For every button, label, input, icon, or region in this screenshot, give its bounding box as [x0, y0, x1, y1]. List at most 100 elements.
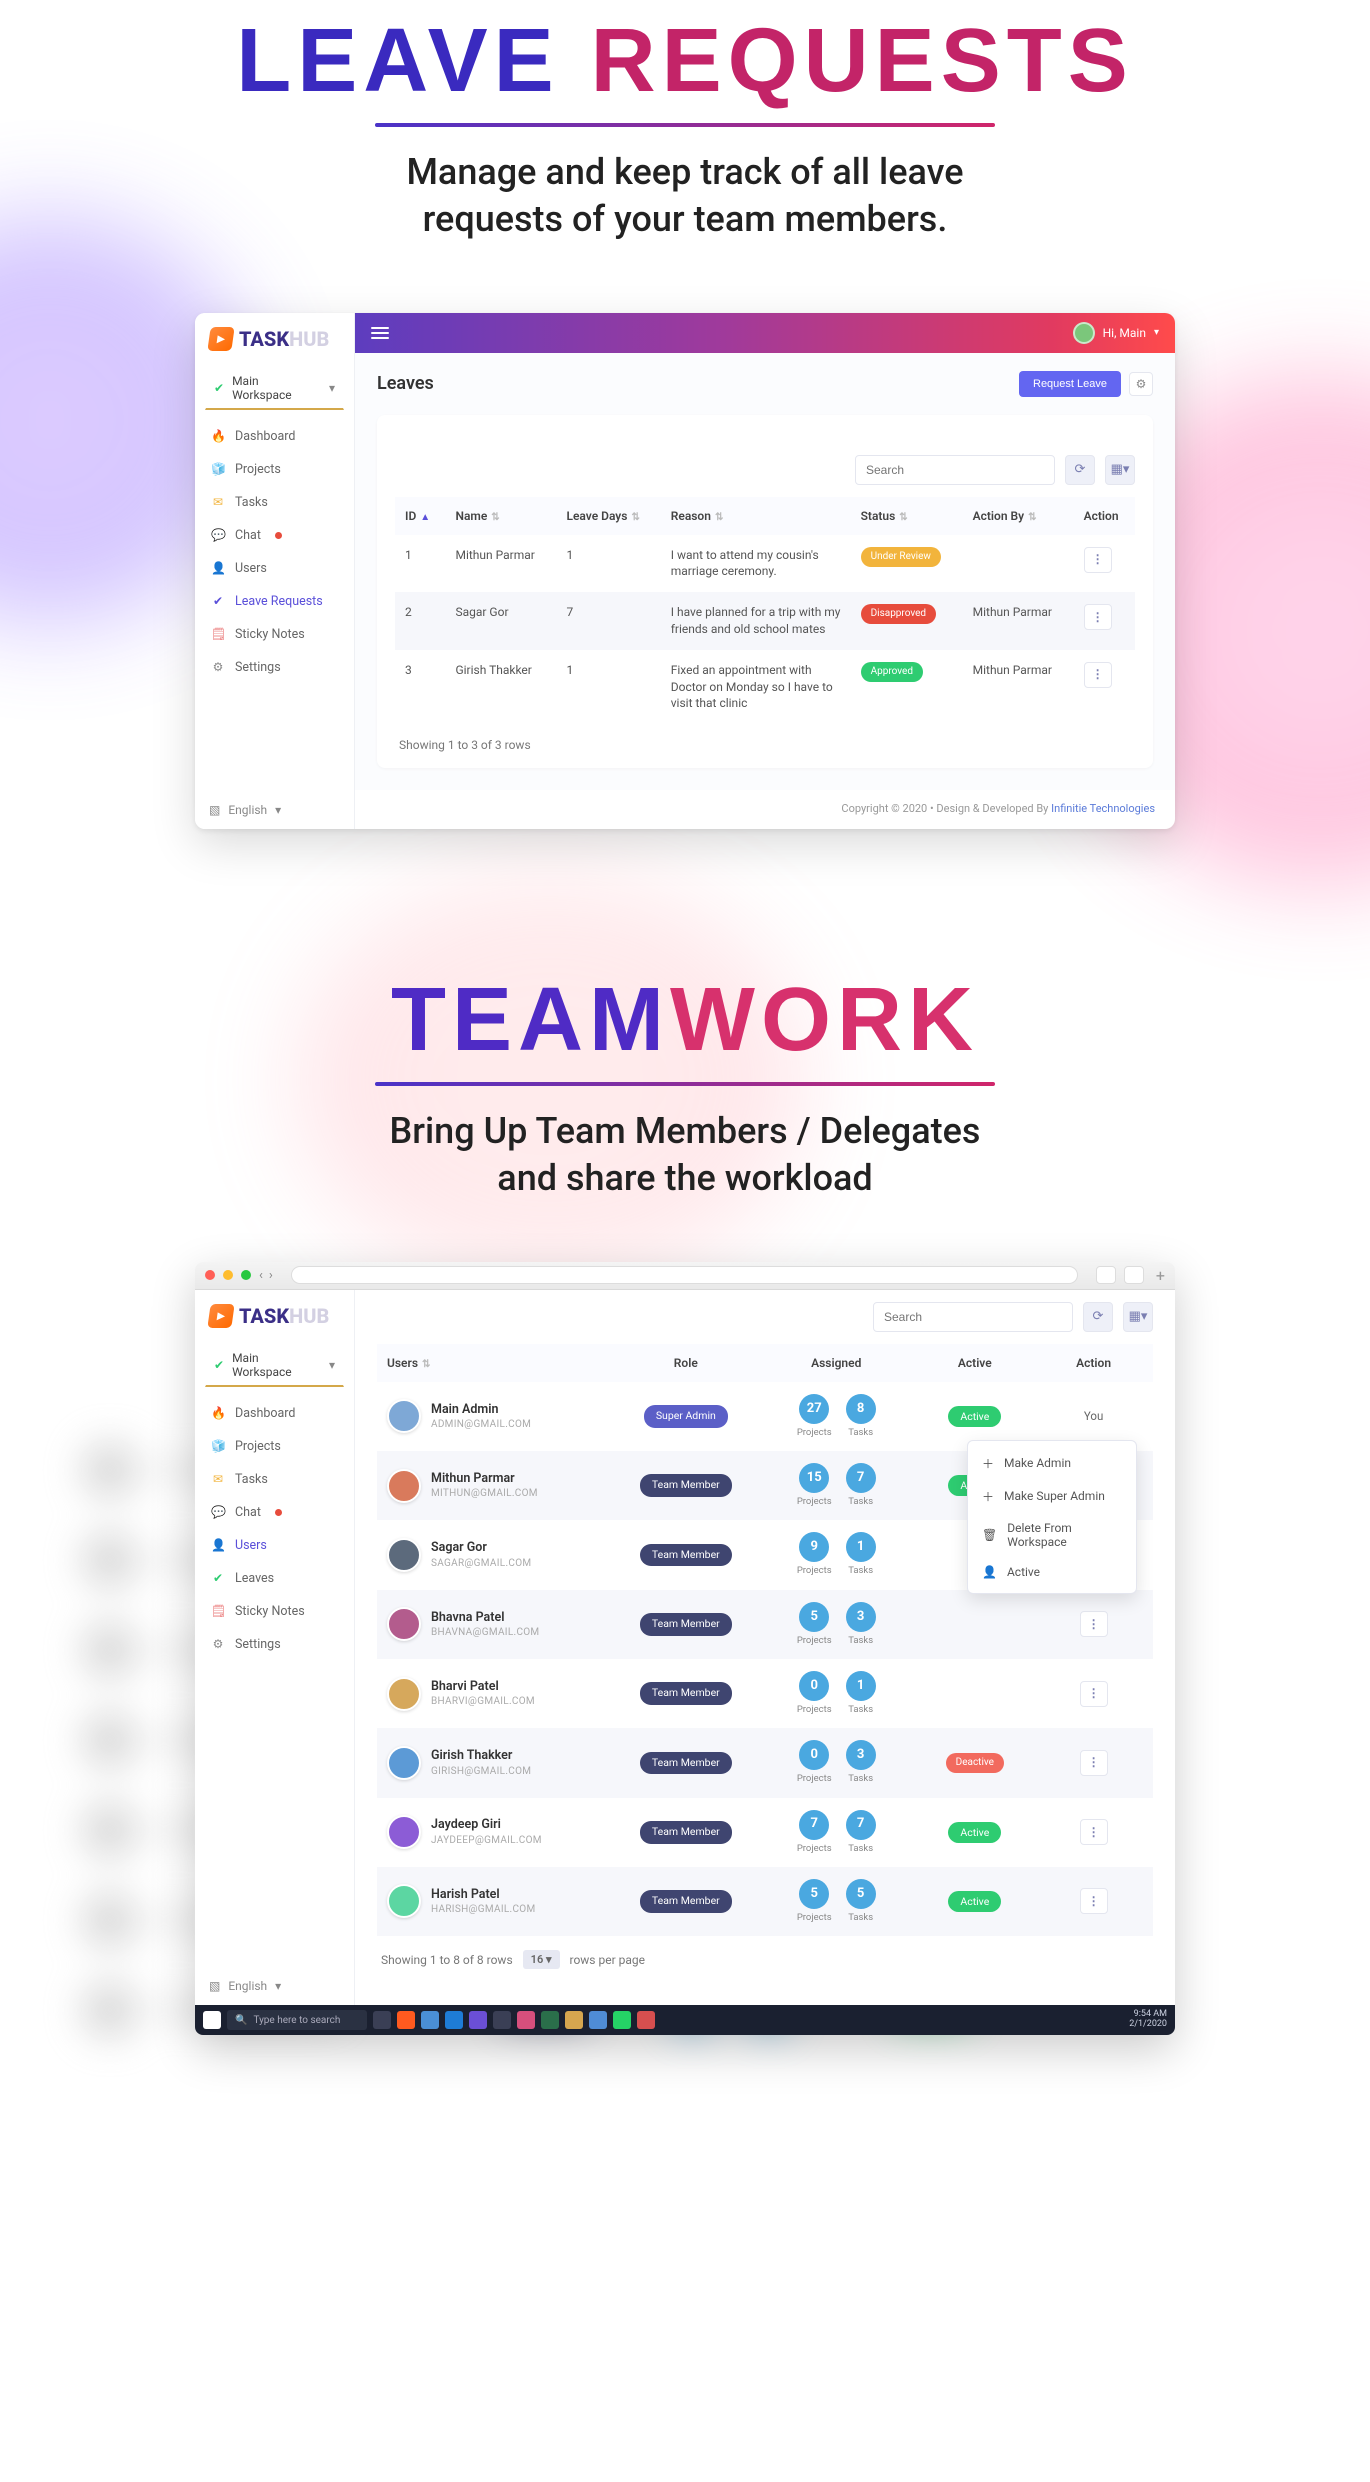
menu-toggle-icon[interactable]	[371, 327, 389, 339]
sidebar-item-leaves[interactable]: ✔Leaves	[195, 1562, 354, 1595]
refresh-button[interactable]: ⟳	[1083, 1302, 1113, 1332]
new-tab-icon[interactable]: +	[1156, 1266, 1165, 1285]
share-icon[interactable]	[1096, 1266, 1116, 1284]
settings-gear-button[interactable]: ⚙	[1129, 372, 1153, 396]
col-role[interactable]: Role	[615, 1344, 758, 1382]
row-action-button[interactable]: ⋮	[1080, 1888, 1108, 1914]
col-reason[interactable]: Reason⇅	[661, 497, 851, 535]
app-icon[interactable]	[541, 2011, 559, 2029]
app-icon[interactable]	[589, 2011, 607, 2029]
sidebar-item-dashboard[interactable]: 🔥Dashboard	[195, 1397, 354, 1430]
request-leave-button[interactable]: Request Leave	[1019, 371, 1121, 397]
col-actionby[interactable]: Action By⇅	[963, 497, 1074, 535]
sidebar-item-settings[interactable]: ⚙Settings	[195, 651, 354, 684]
view-toggle-button[interactable]: ▦▾	[1123, 1302, 1153, 1332]
sidebar-item-projects[interactable]: 🧊Projects	[195, 453, 354, 486]
view-toggle-button[interactable]: ▦▾	[1105, 455, 1135, 485]
sidebar-item-label: Sticky Notes	[235, 627, 305, 642]
row-action-button[interactable]: ⋮	[1084, 604, 1112, 630]
app-icon[interactable]	[469, 2011, 487, 2029]
popover-item-make-super-admin[interactable]: ＋Make Super Admin	[968, 1480, 1136, 1513]
sidebar-item-tasks[interactable]: ✉Tasks	[195, 1463, 354, 1496]
popover-label: Active	[1007, 1565, 1040, 1579]
sidebar-item-users[interactable]: 👤Users	[195, 1529, 354, 1562]
page-size-select[interactable]: 16 ▾	[523, 1950, 560, 1969]
traffic-max-icon[interactable]	[241, 1270, 251, 1280]
user-email: GIRISH@GMAIL.COM	[431, 1765, 531, 1779]
app-icon[interactable]	[517, 2011, 535, 2029]
sidebar-item-users[interactable]: 👤Users	[195, 552, 354, 585]
workspace-selector[interactable]: ✔ Main Workspace ▾	[205, 367, 344, 410]
avatar-icon	[387, 1399, 421, 1433]
taskbar-search[interactable]: 🔍Type here to search	[227, 2010, 367, 2030]
search-input[interactable]	[873, 1302, 1073, 1332]
app-icon[interactable]	[637, 2011, 655, 2029]
sidebar-item-leave-requests[interactable]: ✔Leave Requests	[195, 585, 354, 618]
row-action-button[interactable]: ⋮	[1080, 1750, 1108, 1776]
col-action: Action	[1034, 1344, 1153, 1382]
start-menu-icon[interactable]	[203, 2011, 221, 2029]
refresh-button[interactable]: ⟳	[1065, 455, 1095, 485]
search-input[interactable]	[855, 455, 1055, 485]
sidebar-item-tasks[interactable]: ✉Tasks	[195, 486, 354, 519]
popover-item-make-admin[interactable]: ＋Make Admin	[968, 1447, 1136, 1480]
taskbar-clock[interactable]: 9:54 AM2/1/2020	[1129, 2010, 1167, 2030]
language-selector[interactable]: ▧ English ▾	[209, 803, 281, 817]
row-action-button[interactable]: ⋮	[1080, 1611, 1108, 1637]
projects-count: 9Projects	[797, 1532, 832, 1577]
row-action-button[interactable]: ⋮	[1084, 662, 1112, 688]
nav-back-icon[interactable]: ‹	[259, 1268, 263, 1283]
app-icon[interactable]	[445, 2011, 463, 2029]
browser-chrome: ‹ › +	[195, 1262, 1175, 1290]
col-users[interactable]: Users⇅	[377, 1344, 615, 1382]
popover-label: Delete From Workspace	[1007, 1521, 1122, 1549]
sidebar-item-chat[interactable]: 💬Chat	[195, 519, 354, 552]
sidebar-item-chat[interactable]: 💬Chat	[195, 1496, 354, 1529]
url-bar[interactable]	[291, 1266, 1078, 1284]
sidebar-item-settings[interactable]: ⚙Settings	[195, 1628, 354, 1661]
avatar-icon	[387, 1469, 421, 1503]
app-icon[interactable]	[613, 2011, 631, 2029]
tasks-count: 5Tasks	[846, 1879, 876, 1924]
sidebar-item-sticky-notes[interactable]: 🗒Sticky Notes	[195, 1595, 354, 1628]
logo-mark-icon: ▸	[207, 1304, 234, 1328]
row-action-button[interactable]: ⋮	[1084, 547, 1112, 573]
tasks-count: 7Tasks	[846, 1463, 876, 1508]
col-id[interactable]: ID▲	[395, 497, 445, 535]
sidebar-item-label: Projects	[235, 462, 281, 477]
user-email: ADMIN@GMAIL.COM	[431, 1418, 531, 1432]
app-icon[interactable]	[565, 2011, 583, 2029]
workspace-selector[interactable]: ✔ Main Workspace ▾	[205, 1344, 344, 1387]
traffic-close-icon[interactable]	[205, 1270, 215, 1280]
popover-item-active[interactable]: 👤Active	[968, 1557, 1136, 1587]
app-icon[interactable]	[421, 2011, 439, 2029]
task-view-icon[interactable]	[373, 2011, 391, 2029]
col-days[interactable]: Leave Days⇅	[556, 497, 660, 535]
dev-link[interactable]: Infinitie Technologies	[1051, 802, 1155, 815]
nav-icon: 🔥	[211, 1406, 225, 1420]
sidebar-item-dashboard[interactable]: 🔥Dashboard	[195, 420, 354, 453]
col-assigned[interactable]: Assigned	[757, 1344, 915, 1382]
tasks-count: 3Tasks	[846, 1602, 876, 1647]
traffic-min-icon[interactable]	[223, 1270, 233, 1280]
user-cell: Girish ThakkerGIRISH@GMAIL.COM	[387, 1746, 605, 1780]
sidebar-item-projects[interactable]: 🧊Projects	[195, 1430, 354, 1463]
role-pill: Team Member	[640, 1752, 732, 1775]
logo[interactable]: ▸ TASKHUB	[195, 313, 354, 361]
row-action-button[interactable]: ⋮	[1080, 1681, 1108, 1707]
nav-fwd-icon[interactable]: ›	[269, 1268, 273, 1283]
popover-item-delete-from-workspace[interactable]: 🗑Delete From Workspace	[968, 1513, 1136, 1557]
logo[interactable]: ▸ TASKHUB	[195, 1290, 354, 1338]
app-icon[interactable]	[493, 2011, 511, 2029]
app-icon[interactable]	[397, 2011, 415, 2029]
sidebar-item-sticky-notes[interactable]: 🗒Sticky Notes	[195, 618, 354, 651]
sort-icon: ▲	[420, 512, 430, 523]
user-menu[interactable]: Hi, Main ▾	[1073, 322, 1159, 344]
col-active[interactable]: Active	[915, 1344, 1034, 1382]
table-row: Jaydeep GiriJAYDEEP@GMAIL.COMTeam Member…	[377, 1798, 1153, 1867]
col-name[interactable]: Name⇅	[445, 497, 556, 535]
language-selector[interactable]: ▧ English ▾	[209, 1979, 281, 1993]
tabs-icon[interactable]	[1124, 1266, 1144, 1284]
row-action-button[interactable]: ⋮	[1080, 1819, 1108, 1845]
col-status[interactable]: Status⇅	[851, 497, 963, 535]
